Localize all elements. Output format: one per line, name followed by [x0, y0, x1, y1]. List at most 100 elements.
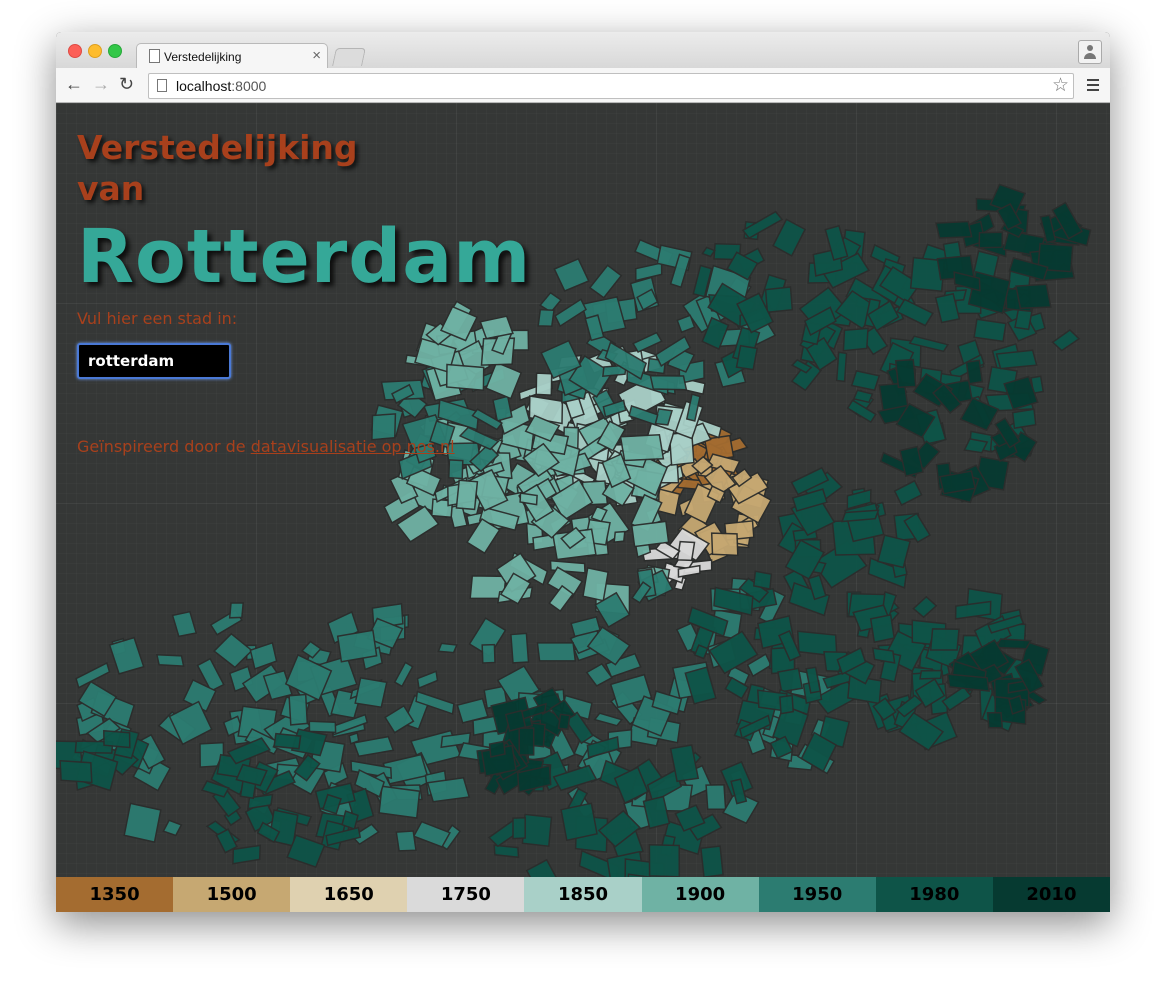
credit-text: Geïnspireerd door de datavisualisatie op…: [77, 437, 455, 456]
district-zone: [437, 642, 458, 654]
district-zone: [416, 670, 439, 690]
district-zone: [537, 308, 555, 327]
back-button[interactable]: ←: [65, 74, 83, 94]
district-zone: [850, 370, 881, 392]
district-zone: [701, 246, 716, 258]
district-zone: [752, 570, 773, 590]
bookmark-star-icon[interactable]: ☆: [1052, 74, 1069, 97]
district-zone: [710, 532, 739, 557]
forward-button[interactable]: →: [92, 74, 110, 94]
minimize-window-button[interactable]: [88, 44, 102, 58]
district-zone: [613, 530, 626, 543]
url-host: localhost: [176, 78, 232, 94]
district-zone: [700, 845, 724, 877]
district-zone: [232, 844, 261, 865]
subtitle-line-2: van: [77, 169, 145, 208]
tab-bar: Verstedelijking ×: [56, 32, 1110, 69]
district-zone: [108, 636, 145, 675]
district-zone: [735, 344, 759, 371]
reload-button[interactable]: ↻: [119, 74, 134, 94]
district-zone: [535, 372, 553, 396]
district-zone: [426, 776, 471, 803]
district-zone: [593, 712, 624, 727]
menu-icon[interactable]: [1087, 79, 1099, 91]
district-zone: [973, 318, 1007, 343]
tab-title: Verstedelijking: [164, 50, 242, 64]
district-zone: [395, 830, 417, 852]
address-bar[interactable]: localhost:8000 ☆: [148, 73, 1074, 99]
zoom-window-button[interactable]: [108, 44, 122, 58]
district-zone: [336, 629, 378, 663]
district-zone: [912, 595, 938, 619]
subtitle-line-1: Verstedelijking: [77, 128, 358, 167]
district-zone: [772, 218, 807, 257]
page-icon: [149, 49, 160, 63]
district-zone: [582, 567, 609, 602]
district-zone: [1051, 329, 1081, 352]
district-zone: [488, 740, 506, 758]
city-prompt: Vul hier een stad in:: [77, 309, 238, 328]
legend-year-1980: 1980: [875, 877, 993, 912]
legend-year-1350: 1350: [56, 877, 174, 912]
legend-year-1850: 1850: [524, 877, 642, 912]
district-zone: [485, 361, 523, 400]
credit-link[interactable]: datavisualisatie op nos.nl: [251, 437, 455, 456]
district-zone: [378, 785, 421, 819]
district-zone: [994, 638, 1033, 650]
tab-close-icon[interactable]: ×: [312, 47, 321, 64]
district-zone: [504, 709, 527, 732]
url-text: localhost:8000: [176, 78, 266, 94]
legend-year-1650: 1650: [290, 877, 408, 912]
district-zone: [536, 642, 577, 662]
district-zone: [103, 729, 131, 749]
district-zone: [835, 351, 848, 383]
browser-toolbar: ← → ↻ localhost:8000 ☆: [56, 68, 1110, 103]
district-zone: [228, 602, 245, 619]
district-zone: [288, 693, 309, 726]
city-input[interactable]: [77, 343, 231, 379]
district-zone: [632, 331, 663, 353]
district-zone: [308, 720, 337, 734]
district-zone: [871, 647, 896, 664]
district-zone: [123, 802, 162, 844]
credit-prefix: Geïnspireerd door de: [77, 437, 251, 456]
district-zone: [649, 374, 688, 391]
district-zone: [519, 492, 538, 506]
district-zone: [553, 257, 590, 292]
new-tab-button[interactable]: [332, 48, 366, 66]
district-zone: [448, 459, 464, 480]
district-zone: [978, 231, 1004, 249]
close-window-button[interactable]: [68, 44, 82, 58]
browser-window: Verstedelijking × ← → ↻ localhost:8000 ☆…: [56, 32, 1110, 912]
district-zone: [412, 820, 451, 848]
district-zone: [648, 844, 681, 877]
url-port: :8000: [231, 78, 267, 94]
legend-year-1950: 1950: [758, 877, 876, 912]
district-zone: [619, 434, 665, 462]
district-zone: [588, 264, 623, 299]
legend-year-1750: 1750: [407, 877, 525, 912]
district-zone: [995, 349, 1038, 370]
district-zone: [445, 363, 485, 392]
year-legend: 1350 1500 1650 1750 1850 1900 1950 1980 2010: [56, 877, 1110, 912]
district-zone: [894, 358, 917, 389]
city-title: Rotterdam: [77, 214, 532, 300]
district-zone: [510, 632, 530, 664]
page-content: Verstedelijking van Rotterdam Vul hier ee…: [56, 103, 1110, 912]
legend-year-2010: 2010: [992, 877, 1110, 912]
district-zone: [876, 534, 912, 569]
district-zone: [1008, 694, 1025, 715]
user-icon: [1087, 45, 1093, 51]
district-zone: [393, 661, 414, 688]
district-zone: [705, 783, 727, 811]
legend-year-1500: 1500: [173, 877, 291, 912]
district-zone: [929, 628, 960, 651]
district-zone: [893, 479, 923, 507]
district-zone: [512, 817, 526, 840]
district-zone: [560, 802, 598, 842]
district-zone: [684, 666, 717, 705]
tab-verstedelijking[interactable]: Verstedelijking ×: [136, 43, 328, 69]
district-zone: [212, 632, 254, 669]
profile-button[interactable]: [1078, 40, 1102, 64]
district-zone: [935, 220, 973, 239]
